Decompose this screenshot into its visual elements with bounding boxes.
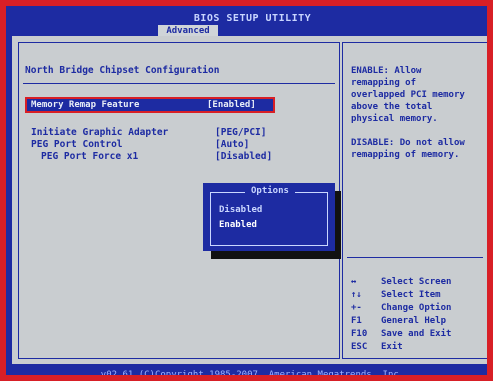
key-description: Exit — [381, 342, 403, 352]
setting-value[interactable]: [PEG/PCI] — [215, 127, 266, 138]
key-row: ESC Exit — [351, 342, 487, 355]
key-description: Save and Exit — [381, 329, 452, 339]
setting-memory-remap-feature[interactable]: Memory Remap Feature [Enabled] — [25, 97, 275, 113]
key-row: ↔ Select Screen — [351, 277, 487, 290]
help-pane: ENABLE: Allow remapping of overlapped PC… — [342, 42, 487, 359]
setting-label: Memory Remap Feature — [31, 100, 140, 110]
key-row: F1 General Help — [351, 316, 487, 329]
key-legend: ↔ Select Screen ↑↓ Select Item +- Change… — [351, 277, 487, 355]
copyright-text: v02.61 (C)Copyright 1985-2007, American … — [100, 370, 405, 380]
setting-initiate-graphic-adapter[interactable]: Initiate Graphic Adapter — [31, 127, 168, 138]
screenshot-frame: BIOS SETUP UTILITY Advanced North Bridge… — [0, 0, 493, 381]
setting-value[interactable]: [Auto] — [215, 139, 249, 150]
app-title: BIOS SETUP UTILITY — [193, 13, 312, 24]
title-bar: BIOS SETUP UTILITY Advanced — [12, 12, 487, 37]
option-disabled[interactable]: Disabled — [219, 205, 262, 215]
divider — [347, 257, 483, 258]
bios-content-area: North Bridge Chipset Configuration Memor… — [12, 36, 487, 364]
setting-value[interactable]: [Disabled] — [215, 151, 272, 162]
key-row: ↑↓ Select Item — [351, 290, 487, 303]
key-label: ↑↓ — [351, 290, 362, 300]
setting-value[interactable]: [Enabled] — [207, 100, 256, 110]
options-box: Options Disabled Enabled — [210, 186, 328, 246]
options-title: Options — [245, 186, 295, 196]
key-row: F10 Save and Exit — [351, 329, 487, 342]
key-label: F10 — [351, 329, 368, 339]
setting-peg-port-force-x1[interactable]: PEG Port Force x1 — [41, 151, 138, 162]
help-text: ENABLE: Allow remapping of overlapped PC… — [351, 66, 465, 160]
option-enabled[interactable]: Enabled — [219, 220, 257, 230]
setting-peg-port-control[interactable]: PEG Port Control — [31, 139, 123, 150]
key-description: General Help — [381, 316, 447, 326]
options-popup: Options Disabled Enabled — [203, 183, 335, 251]
key-label: ↔ — [351, 277, 357, 287]
settings-pane: North Bridge Chipset Configuration Memor… — [18, 42, 341, 359]
divider — [23, 83, 335, 84]
key-description: Select Item — [381, 290, 441, 300]
footer-bar: v02.61 (C)Copyright 1985-2007, American … — [12, 364, 487, 380]
key-description: Change Option — [381, 303, 452, 313]
key-label: +- — [351, 303, 362, 313]
key-description: Select Screen — [381, 277, 452, 287]
key-label: ESC — [351, 342, 368, 352]
key-label: F1 — [351, 316, 362, 326]
key-row: +- Change Option — [351, 303, 487, 316]
section-title: North Bridge Chipset Configuration — [25, 65, 220, 76]
